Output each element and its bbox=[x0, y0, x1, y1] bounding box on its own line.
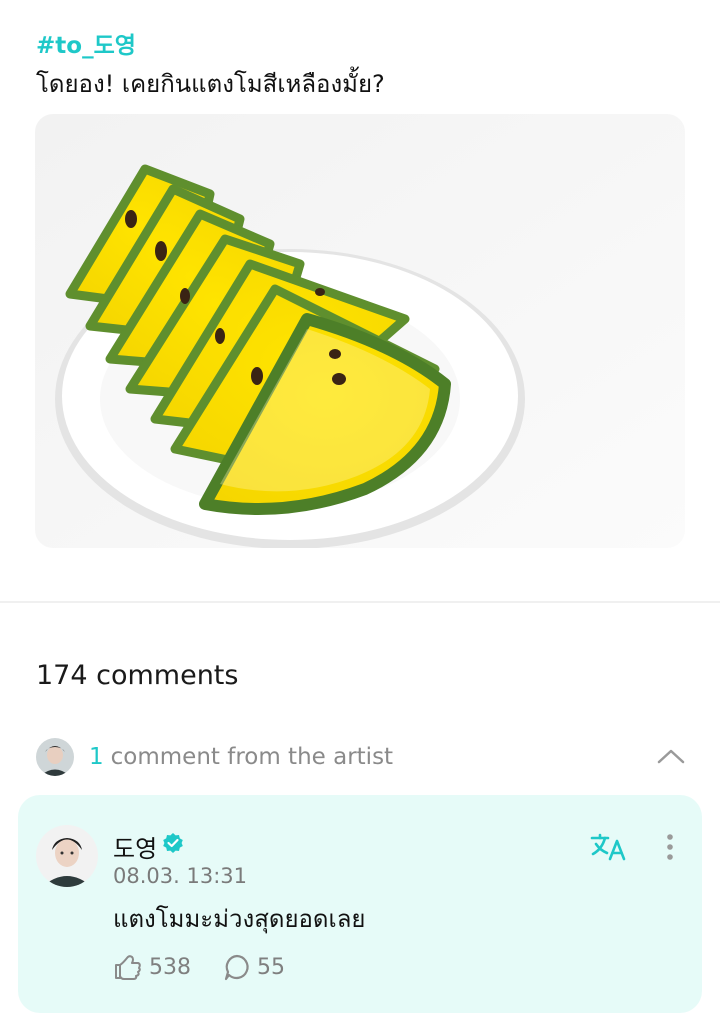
artist-comments-toggle[interactable]: 1 comment from the artist bbox=[36, 737, 690, 777]
comment-text: แตงโมมะม่วงสุดยอดเลย bbox=[113, 905, 366, 933]
like-button[interactable]: 538 bbox=[113, 953, 191, 981]
more-vertical-icon[interactable] bbox=[658, 831, 682, 863]
author-avatar[interactable] bbox=[36, 825, 98, 887]
reply-count: 55 bbox=[257, 954, 285, 980]
comment-timestamp: 08.03. 13:31 bbox=[113, 864, 247, 888]
like-icon bbox=[115, 955, 141, 980]
post-image-yellow-watermelon[interactable] bbox=[35, 114, 685, 548]
reply-button[interactable]: 55 bbox=[223, 953, 285, 981]
post-hashtag[interactable]: #to_도영 bbox=[36, 26, 136, 60]
author-name[interactable]: 도영 bbox=[113, 829, 157, 864]
artist-comment-label: comment from the artist bbox=[110, 744, 394, 770]
verified-icon bbox=[163, 833, 183, 853]
like-count: 538 bbox=[149, 954, 191, 980]
post-text: โดยอง! เคยกินแตงโมสีเหลืองมั้ย? bbox=[36, 70, 385, 98]
comment-count: 174 comments bbox=[36, 660, 239, 691]
reply-icon bbox=[224, 954, 249, 981]
artist-avatar bbox=[36, 738, 74, 776]
artist-comment-card: 도영 08.03. 13:31 แตงโมมะม่วงสุดยอดเลย 538 bbox=[18, 795, 702, 1013]
translate-icon[interactable] bbox=[590, 832, 628, 862]
section-divider bbox=[0, 601, 720, 603]
artist-comment-count: 1 bbox=[89, 744, 104, 770]
chevron-up-icon[interactable] bbox=[656, 745, 686, 767]
